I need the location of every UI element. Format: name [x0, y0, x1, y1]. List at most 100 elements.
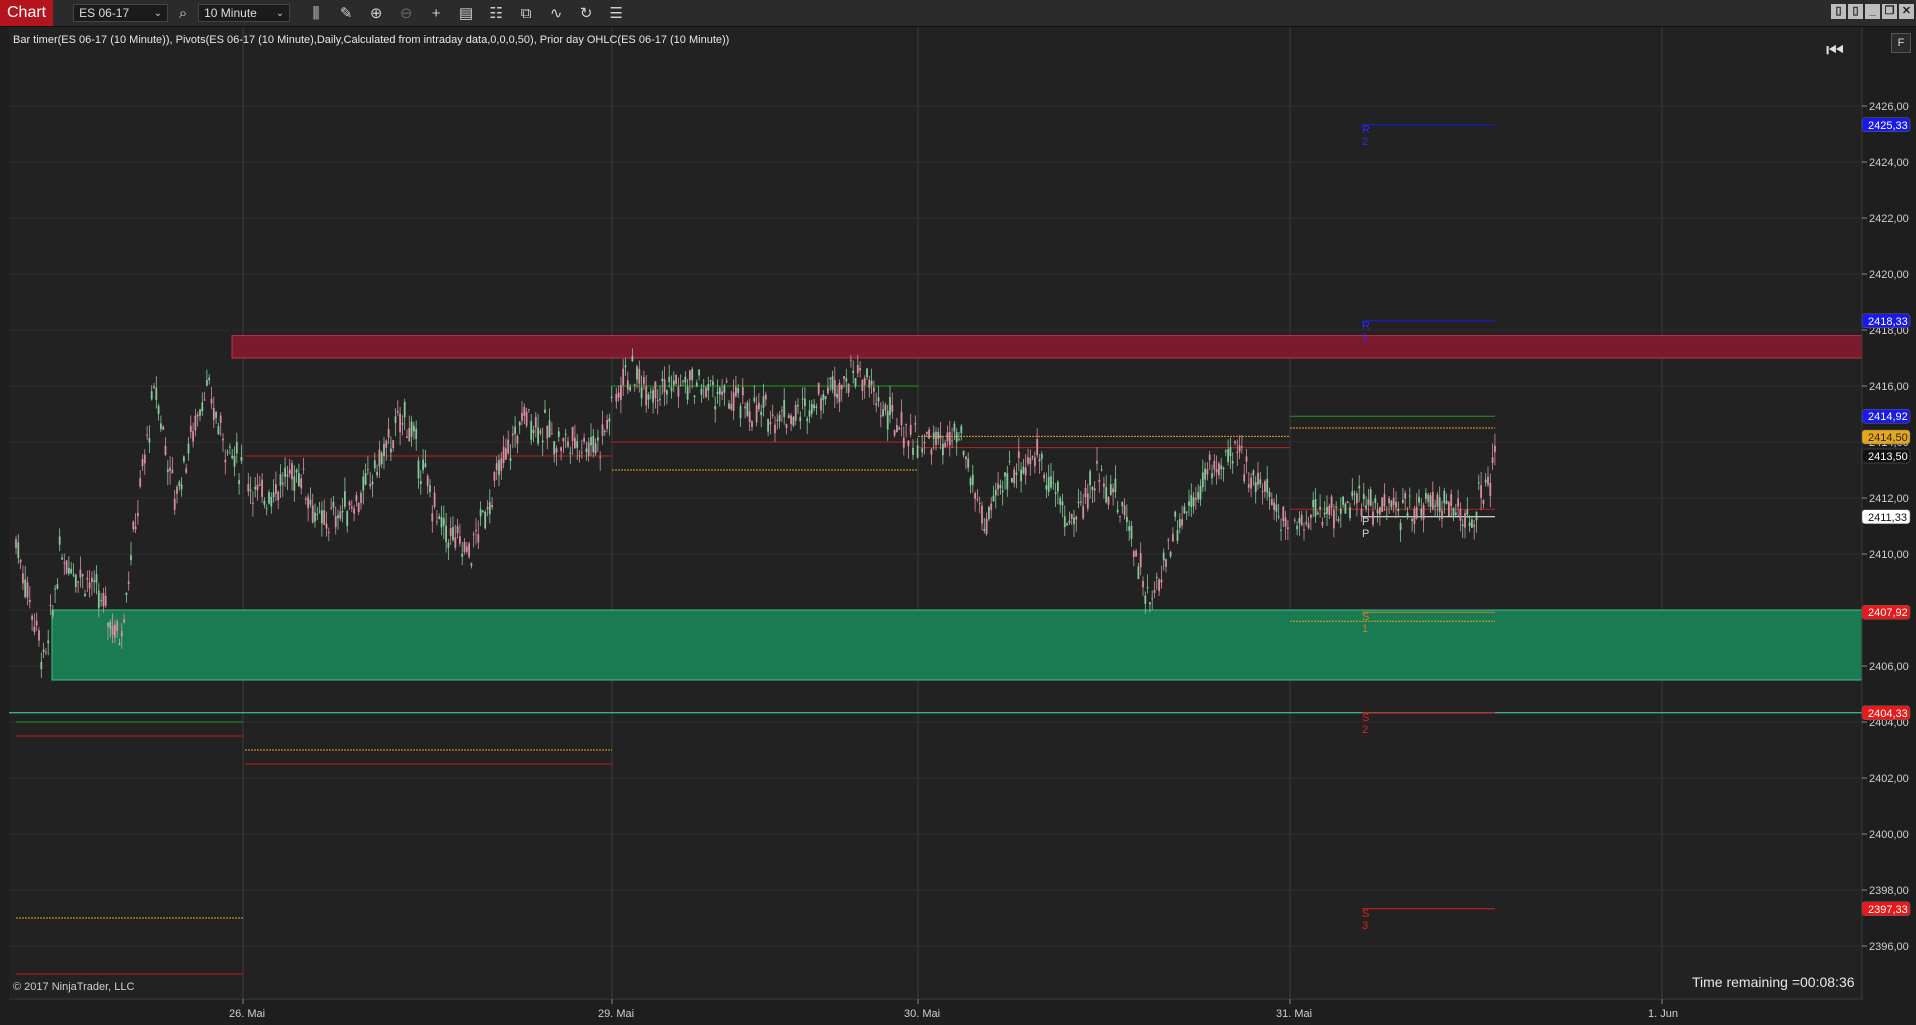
close-icon[interactable]: ✕: [1899, 4, 1914, 19]
candle-body: [417, 460, 420, 479]
crosshair-icon[interactable]: +: [424, 5, 448, 22]
tile-icon[interactable]: ▯: [1831, 4, 1846, 19]
f-badge[interactable]: F: [1891, 33, 1911, 53]
candle-body: [905, 424, 907, 426]
candle-body: [1438, 497, 1441, 512]
candle-body: [808, 410, 811, 417]
candle-body: [505, 448, 507, 460]
price-marker-label: 2418,33: [1868, 316, 1908, 328]
candle-body: [709, 380, 712, 382]
candle-body: [521, 412, 523, 421]
candle-body: [1436, 494, 1439, 507]
price-tick-label: 2396,00: [1869, 941, 1909, 953]
restore-icon[interactable]: ❐: [1882, 4, 1897, 19]
candle-body: [482, 510, 484, 512]
pivot-label: S: [1362, 611, 1369, 623]
candle-body: [557, 431, 560, 437]
candle-body: [215, 412, 217, 418]
candle-body: [222, 438, 224, 441]
price-chart[interactable]: R2R1PPS1S2S3 2426,002424,002422,002420,0…: [0, 27, 1916, 1025]
menu-icon[interactable]: ☰: [604, 4, 628, 22]
interval-selector[interactable]: 10 Minute ⌄: [198, 4, 291, 22]
window-buttons: ▯ ▯ _ ❐ ✕: [1831, 4, 1914, 19]
candle-body: [1298, 518, 1301, 524]
candle-body: [769, 422, 772, 425]
candle-body: [1395, 501, 1397, 508]
candle-body: [1323, 512, 1326, 515]
candle-body: [530, 421, 533, 440]
candle-body: [1238, 445, 1241, 452]
candle-body: [597, 437, 599, 441]
candle-body: [548, 420, 551, 438]
candle-body: [392, 440, 395, 449]
candle-body: [587, 442, 590, 456]
candle-body: [569, 452, 572, 454]
candle-body: [109, 621, 112, 629]
candle-body: [829, 377, 832, 379]
candle-body: [399, 413, 401, 433]
candle-body: [891, 404, 894, 412]
strategies-icon[interactable]: ⧉: [514, 5, 538, 22]
candle-body: [661, 378, 664, 382]
pivot-label: S: [1362, 712, 1369, 724]
price-marker-label: 2413,50: [1868, 451, 1908, 463]
candle-body: [203, 399, 206, 401]
candle-body: [424, 463, 427, 467]
candle-body: [484, 511, 487, 529]
candle-body: [65, 560, 68, 574]
candle-body: [640, 387, 643, 399]
candle-body: [783, 399, 786, 417]
candle-body: [162, 426, 165, 430]
instrument-value: ES 06-17: [79, 6, 130, 20]
zoom-out-icon[interactable]: ⊖: [394, 4, 418, 22]
zoom-in-icon[interactable]: ⊕: [364, 4, 388, 22]
candle-body: [353, 508, 355, 514]
candle-body: [1362, 494, 1365, 500]
candle-body: [840, 385, 843, 390]
candle-body: [732, 392, 735, 411]
candle-body: [1172, 533, 1174, 542]
chart-tab[interactable]: Chart: [0, 0, 54, 26]
minimize-icon[interactable]: _: [1865, 4, 1880, 19]
candle-body: [258, 484, 261, 486]
candle-body: [1461, 524, 1464, 526]
candle-body: [254, 486, 257, 490]
candle-body: [576, 440, 579, 448]
skip-to-start-icon[interactable]: ⏮: [1826, 40, 1844, 63]
candle-body: [1008, 460, 1011, 462]
tile-alt-icon[interactable]: ▯: [1848, 4, 1863, 19]
data-box-icon[interactable]: ▤: [454, 4, 478, 22]
instrument-selector[interactable]: ES 06-17 ⌄: [73, 4, 169, 22]
candle-body: [739, 405, 742, 419]
properties-icon[interactable]: ☷: [484, 4, 508, 22]
candle-body: [1473, 524, 1476, 527]
candle-body: [95, 574, 98, 583]
reload-icon[interactable]: ↻: [574, 4, 598, 22]
candle-body: [130, 555, 132, 561]
candle-body: [551, 433, 553, 435]
bars-type-icon[interactable]: ⫼: [304, 5, 328, 22]
candle-body: [567, 441, 569, 447]
candle-body: [992, 495, 995, 502]
candle-body: [1342, 496, 1344, 505]
candle-body: [909, 424, 912, 435]
candle-body: [647, 394, 650, 400]
candle-body: [346, 510, 349, 526]
candle-body: [1459, 509, 1462, 521]
candle-body: [1146, 587, 1149, 589]
pencil-icon[interactable]: ✎: [334, 4, 358, 22]
candle-body: [286, 474, 289, 477]
indicators-icon[interactable]: ∿: [544, 4, 568, 22]
candle-body: [856, 364, 859, 374]
candle-body: [1211, 473, 1213, 479]
search-icon[interactable]: ⌕: [171, 5, 195, 22]
candle-body: [629, 386, 631, 391]
candle-body: [61, 557, 63, 560]
candle-body: [157, 405, 160, 414]
candle-body: [24, 579, 27, 597]
candle-body: [429, 485, 431, 493]
candle-body: [1231, 461, 1234, 464]
candle-body: [806, 418, 809, 422]
candle-body: [714, 406, 717, 410]
candle-body: [974, 493, 976, 499]
